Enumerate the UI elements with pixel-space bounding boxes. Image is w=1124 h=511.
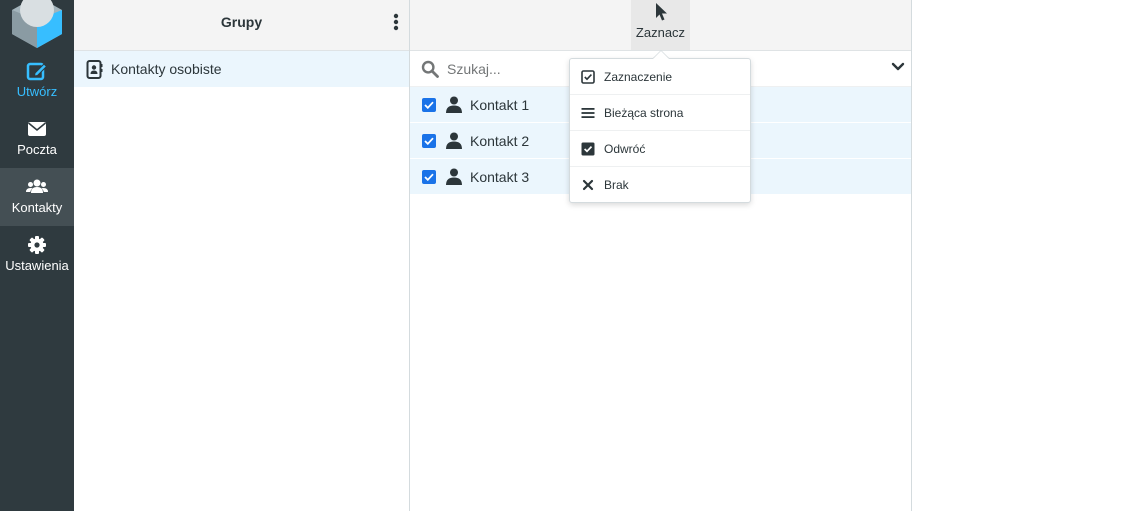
row-checkbox[interactable] (422, 169, 436, 184)
select-menu: Zaznaczenie Bieżąca strona Odwróć Brak (569, 58, 751, 203)
nav-settings-button[interactable]: Ustawienia (0, 226, 74, 284)
nav-compose-label: Utwórz (16, 84, 58, 99)
checkbox-outline-icon (581, 69, 595, 84)
select-menu-item-label: Brak (604, 178, 629, 192)
list-icon (581, 107, 595, 118)
nav-compose-button[interactable]: Utwórz (0, 52, 74, 110)
select-menu-item-current-page[interactable]: Bieżąca strona (570, 95, 750, 131)
chevron-down-icon[interactable] (891, 62, 905, 72)
select-menu-item-invert[interactable]: Odwróć (570, 131, 750, 167)
contacts-header: Zaznacz (410, 0, 911, 51)
users-icon (26, 179, 48, 193)
nav-mail-button[interactable]: Poczta (0, 110, 74, 168)
contact-name: Kontakt 2 (470, 132, 530, 149)
select-menu-item-selection[interactable]: Zaznaczenie (570, 59, 750, 95)
group-item-personal-contacts[interactable]: Kontakty osobiste (74, 51, 409, 87)
groups-panel: Grupy Kontakty osobiste (74, 0, 410, 511)
contact-name: Kontakt 3 (470, 168, 530, 185)
person-icon (446, 168, 462, 185)
envelope-icon (27, 122, 47, 136)
nav-mail-label: Poczta (17, 142, 57, 157)
select-button-label: Zaznacz (635, 25, 686, 40)
check-icon (424, 173, 434, 181)
main-navigation: Utwórz Poczta Kontakty Ustawienia (0, 0, 74, 511)
select-menu-item-label: Bieżąca strona (604, 105, 684, 120)
select-menu-item-label: Odwróć (604, 141, 646, 156)
select-button[interactable]: Zaznacz (631, 0, 690, 50)
row-checkbox[interactable] (422, 97, 436, 112)
group-item-label: Kontakty osobiste (111, 61, 222, 77)
compose-icon (26, 62, 48, 81)
person-icon (446, 96, 462, 113)
row-checkbox[interactable] (422, 133, 436, 148)
pointer-icon (655, 3, 667, 21)
nav-settings-label: Ustawienia (5, 258, 69, 273)
groups-title: Grupy (220, 14, 263, 30)
more-vertical-icon[interactable] (391, 12, 401, 32)
groups-header: Grupy (74, 0, 409, 51)
search-input[interactable] (447, 60, 587, 77)
close-icon (582, 179, 594, 191)
check-icon (424, 137, 434, 145)
check-icon (424, 101, 434, 109)
contact-name: Kontakt 1 (470, 96, 530, 113)
address-book-icon (86, 59, 103, 79)
select-menu-item-none[interactable]: Brak (570, 167, 750, 203)
app-logo[interactable] (0, 0, 74, 52)
search-icon[interactable] (421, 60, 439, 78)
gear-icon (28, 236, 46, 254)
select-menu-item-label: Zaznaczenie (604, 69, 673, 84)
dropdown-arrow-fill (653, 51, 669, 59)
person-icon (446, 132, 462, 149)
checkbox-filled-icon (581, 142, 595, 155)
nav-contacts-button[interactable]: Kontakty (0, 168, 74, 226)
nav-contacts-label: Kontakty (11, 200, 63, 215)
